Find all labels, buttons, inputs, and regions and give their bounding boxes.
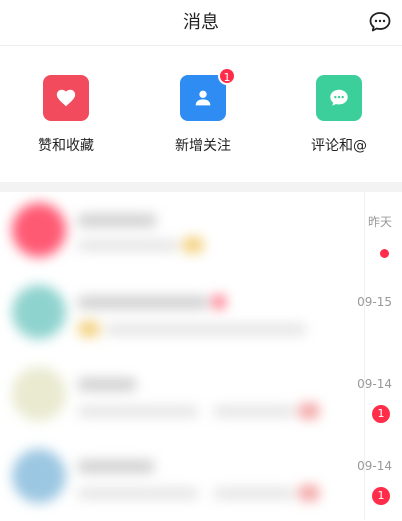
message-time: 09-14 — [357, 377, 392, 391]
message-content-blurred — [0, 192, 364, 274]
message-preview-placeholder — [106, 324, 306, 335]
chat-bubble-icon[interactable] — [368, 10, 392, 34]
top-bar: 消息 — [0, 0, 402, 46]
row-edge — [364, 356, 402, 438]
message-content-blurred — [0, 274, 364, 356]
unread-dot — [380, 249, 389, 258]
avatar — [12, 285, 66, 339]
message-preview-placeholder — [78, 488, 198, 499]
avatar — [12, 203, 66, 257]
avatar — [12, 449, 66, 503]
likes-and-favorites-label: 赞和收藏 — [38, 138, 94, 154]
tag-placeholder — [212, 295, 226, 309]
message-content-blurred — [0, 356, 364, 438]
avatar — [12, 367, 66, 421]
message-title-placeholder — [78, 460, 154, 473]
message-row[interactable]: 09-15 — [0, 274, 402, 356]
new-followers-entry[interactable]: 1 新增关注 — [148, 67, 258, 155]
message-preview-placeholder — [78, 240, 178, 251]
message-list: 昨天 09-15 09-14 1 09-14 1 — [0, 192, 402, 521]
heart-icon — [56, 89, 76, 107]
likes-and-favorites-entry[interactable]: 赞和收藏 — [11, 75, 121, 155]
message-preview-placeholder — [214, 488, 294, 499]
message-time: 昨天 — [367, 215, 392, 229]
message-time: 09-14 — [357, 459, 392, 473]
emoji-placeholder — [298, 485, 320, 501]
message-row[interactable]: 09-14 1 — [0, 356, 402, 438]
message-title-placeholder — [78, 296, 208, 309]
followers-icon-tile: 1 — [180, 67, 236, 121]
emoji-placeholder — [78, 321, 100, 337]
row-edge — [364, 438, 402, 520]
section-divider — [0, 182, 402, 192]
unread-count-badge: 1 — [372, 487, 390, 505]
new-followers-label: 新增关注 — [175, 138, 231, 154]
emoji-placeholder — [182, 237, 204, 253]
message-preview-placeholder — [214, 406, 294, 417]
message-row[interactable]: 昨天 — [0, 192, 402, 274]
message-title-placeholder — [78, 378, 136, 391]
person-icon — [195, 90, 211, 106]
comments-and-mentions-label: 评论和@ — [311, 138, 367, 154]
message-row[interactable]: 09-14 1 — [0, 438, 402, 520]
message-preview-placeholder — [78, 406, 198, 417]
comments-icon-tile — [316, 75, 362, 121]
comments-and-mentions-entry[interactable]: 评论和@ — [284, 75, 394, 155]
new-followers-badge: 1 — [218, 67, 236, 85]
message-title-placeholder — [78, 214, 156, 227]
unread-count-badge: 1 — [372, 405, 390, 423]
row-edge — [364, 274, 402, 356]
row-edge — [364, 192, 402, 274]
page-title: 消息 — [183, 12, 219, 33]
message-time: 09-15 — [357, 295, 392, 309]
emoji-placeholder — [298, 403, 320, 419]
quick-actions: 赞和收藏 1 新增关注 评论和@ — [0, 46, 402, 182]
likes-icon-tile — [43, 75, 89, 121]
message-content-blurred — [0, 438, 364, 520]
comment-icon — [330, 89, 348, 106]
